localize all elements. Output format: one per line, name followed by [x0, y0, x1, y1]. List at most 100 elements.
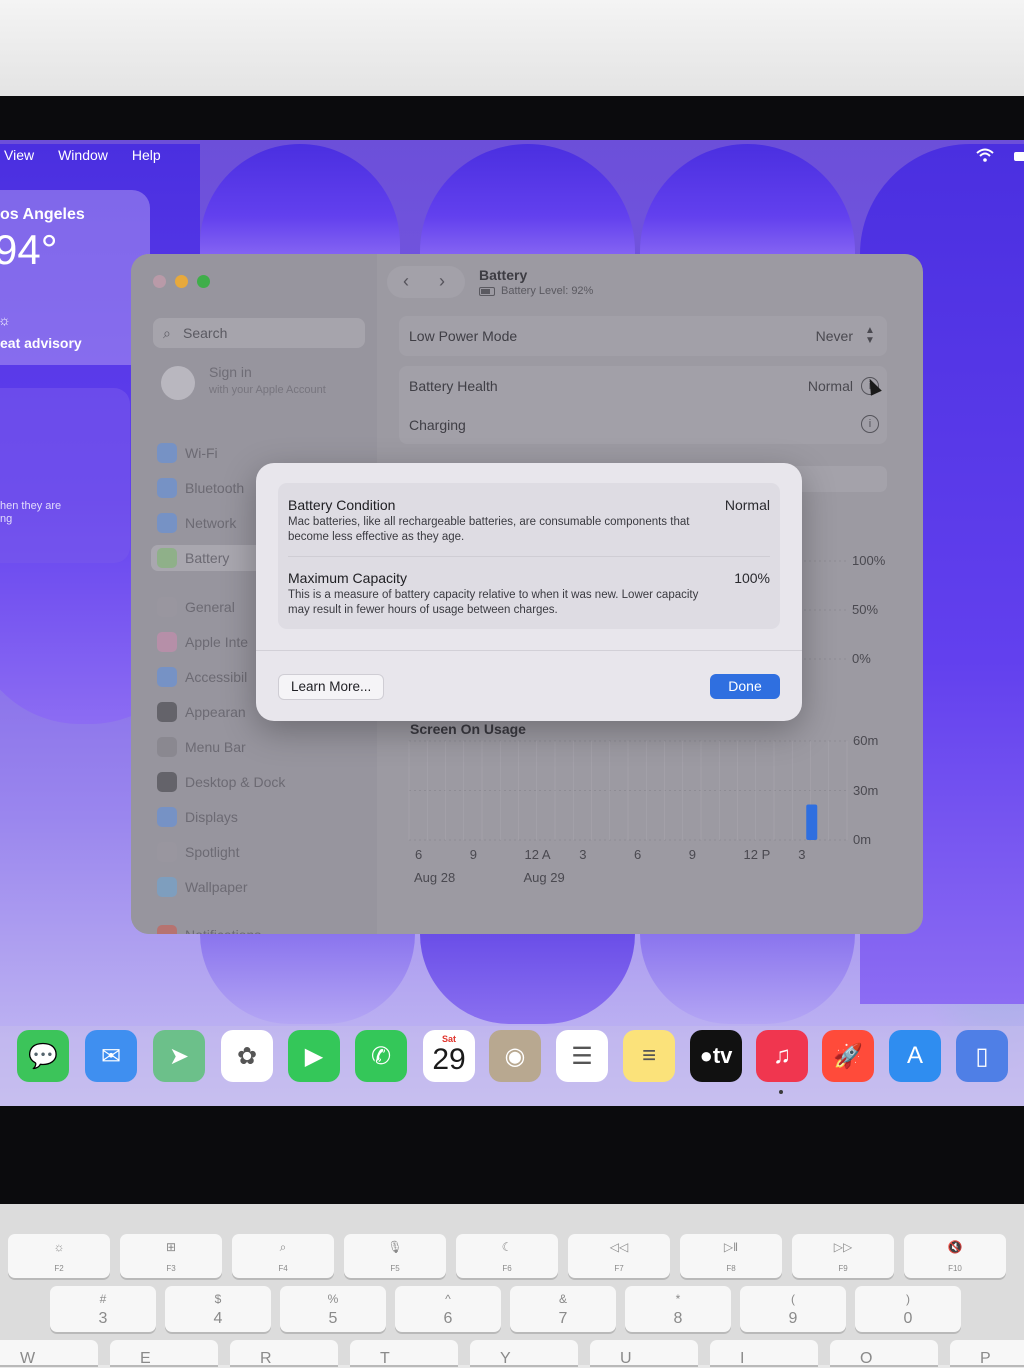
reminder-widget[interactable]: hen they are ng [0, 388, 130, 563]
key-f7[interactable]: ◁◁ F7 [568, 1234, 670, 1278]
app-store-icon[interactable]: A [889, 1030, 941, 1082]
tv-icon[interactable]: ●tv [690, 1030, 742, 1082]
key-f6[interactable]: ☾ F6 [456, 1234, 558, 1278]
contacts-glyph: ◉ [504, 1042, 526, 1070]
weather-alert: eat advisory [0, 335, 82, 351]
sidebar-item-bluetooth[interactable]: Bluetooth [157, 475, 244, 501]
key-w[interactable]: W [0, 1340, 98, 1367]
calendar-icon[interactable]: Sat 29 [423, 1030, 475, 1082]
mail-icon[interactable]: ✉ [85, 1030, 137, 1082]
menu-window[interactable]: Window [58, 147, 108, 163]
key-number: 6 [443, 1310, 453, 1327]
chart-title: Screen On Usage [410, 721, 526, 737]
key-e[interactable]: E [110, 1340, 218, 1367]
maximum-capacity-value: 100% [734, 570, 770, 586]
key-f4[interactable]: ⌕ F4 [232, 1234, 334, 1278]
key-f5[interactable]: 🎙 F5 [344, 1234, 446, 1278]
key-3[interactable]: #3 [50, 1286, 156, 1332]
key-0[interactable]: ) 0 [855, 1286, 961, 1332]
key-i[interactable]: I [710, 1340, 818, 1367]
key-letter: W [20, 1350, 36, 1367]
sidebar-search-field[interactable]: ⌕ Search [153, 318, 365, 348]
menu-help[interactable]: Help [132, 147, 161, 163]
key-6[interactable]: ^ 6 [395, 1286, 501, 1332]
key-7[interactable]: & 7 [510, 1286, 616, 1332]
reminders-icon[interactable]: ☰ [556, 1030, 608, 1082]
sidebar-item-wallpaper[interactable]: Wallpaper [157, 874, 248, 900]
battery-health-dialog: Battery Condition Normal Mac batteries, … [256, 463, 802, 721]
music-glyph: ♫ [773, 1042, 791, 1069]
key-u[interactable]: U [590, 1340, 698, 1367]
calendar-date: 29 [432, 1043, 466, 1076]
photos-glyph: ✿ [236, 1042, 258, 1070]
sidebar-item-network[interactable]: Network [157, 510, 236, 536]
key-f10[interactable]: 🔇 F10 [904, 1234, 1006, 1278]
key-5[interactable]: % 5 [280, 1286, 386, 1332]
zoom-button[interactable] [197, 275, 210, 288]
phone-icon[interactable]: ✆ [355, 1030, 407, 1082]
key-9[interactable]: (9 [740, 1286, 846, 1332]
facetime-icon[interactable]: ▶ [288, 1030, 340, 1082]
photos-icon[interactable]: ✿ [221, 1030, 273, 1082]
sidebar-item-notifications[interactable]: Notifications [157, 922, 261, 934]
key-r[interactable]: R [230, 1340, 338, 1367]
sidebar-item-menu-bar[interactable]: Menu Bar [157, 734, 246, 760]
messages-glyph: 💬 [28, 1042, 58, 1070]
key-number: 3 [98, 1310, 108, 1327]
key-letter: P [980, 1350, 991, 1367]
notes-glyph: ≡ [641, 1042, 656, 1069]
key-f3[interactable]: ⊞ F3 [120, 1234, 222, 1278]
key-label: F3 [166, 1264, 176, 1273]
x-tick-label: 12 P [743, 847, 771, 862]
key-8[interactable]: * 8 [625, 1286, 731, 1332]
sidebar-item-appearan[interactable]: Appearan [157, 699, 246, 725]
key-label: F2 [54, 1264, 64, 1273]
sidebar-item-icon [157, 667, 177, 687]
maximum-capacity-description: This is a measure of battery capacity re… [288, 589, 699, 616]
maps-icon[interactable]: ➤ [153, 1030, 205, 1082]
battery-status-icon[interactable] [1014, 152, 1024, 161]
learn-more-button[interactable]: Learn More... [278, 674, 385, 700]
sidebar-item-icon [157, 702, 177, 722]
key-t[interactable]: T [350, 1340, 458, 1367]
sidebar-item-label: Wallpaper [185, 879, 248, 895]
key-label: F6 [502, 1264, 512, 1273]
key-label: F7 [614, 1264, 624, 1273]
minimize-button[interactable] [175, 275, 188, 288]
sidebar-item-spotlight[interactable]: Spotlight [157, 839, 239, 865]
key-p[interactable]: P [950, 1340, 1024, 1367]
key-f9[interactable]: ▷▷ F9 [792, 1234, 894, 1278]
key-y[interactable]: Y [470, 1340, 578, 1367]
key-4[interactable]: $4 [165, 1286, 271, 1332]
key-letter: E [140, 1350, 151, 1367]
key-letter: U [620, 1350, 632, 1367]
iphone-mirroring-icon[interactable]: ▯ [956, 1030, 1008, 1082]
key-f8[interactable]: ▷ǁ F8 [680, 1234, 782, 1278]
sidebar-item-icon [157, 548, 177, 568]
wifi-icon[interactable] [976, 148, 994, 162]
key-o[interactable]: O [830, 1340, 938, 1367]
done-button[interactable]: Done [710, 674, 780, 699]
sidebar-item-label: Desktop & Dock [185, 774, 286, 790]
y-tick-label: 50% [852, 602, 879, 617]
reminders-glyph: ☰ [571, 1042, 593, 1070]
key-number: 4 [213, 1310, 223, 1327]
sidebar-item-accessibil[interactable]: Accessibil [157, 664, 247, 690]
sidebar-item-displays[interactable]: Displays [157, 804, 238, 830]
sidebar-item-apple-inte[interactable]: Apple Inte [157, 629, 248, 655]
close-button[interactable] [153, 275, 166, 288]
key-f2[interactable]: ☼ F2 [8, 1234, 110, 1278]
key-number: 8 [673, 1310, 683, 1327]
menu-view[interactable]: View [4, 147, 34, 163]
music-icon[interactable]: ♫ [756, 1030, 808, 1082]
notes-icon[interactable]: ≡ [623, 1030, 675, 1082]
sidebar-item-general[interactable]: General [157, 594, 235, 620]
messages-icon[interactable]: 💬 [17, 1030, 69, 1082]
launchpad-icon[interactable]: 🚀 [822, 1030, 874, 1082]
contacts-icon[interactable]: ◉ [489, 1030, 541, 1082]
sidebar-item-desktop-dock[interactable]: Desktop & Dock [157, 769, 285, 795]
weather-widget[interactable]: os Angeles 94° ☼ eat advisory [0, 190, 150, 365]
sidebar-item-wi-fi[interactable]: Wi-Fi [157, 440, 218, 466]
keyboard: ☼ F2 ⊞ F3 ⌕ F4 🎙 F5 ☾ F6 ◁◁ F7 ▷ǁ F8 ▷▷ F9 🔇 F10 #3 $4% 5 ^ 6 &… [0, 1204, 1024, 1367]
y-tick-label: 0m [853, 832, 872, 847]
